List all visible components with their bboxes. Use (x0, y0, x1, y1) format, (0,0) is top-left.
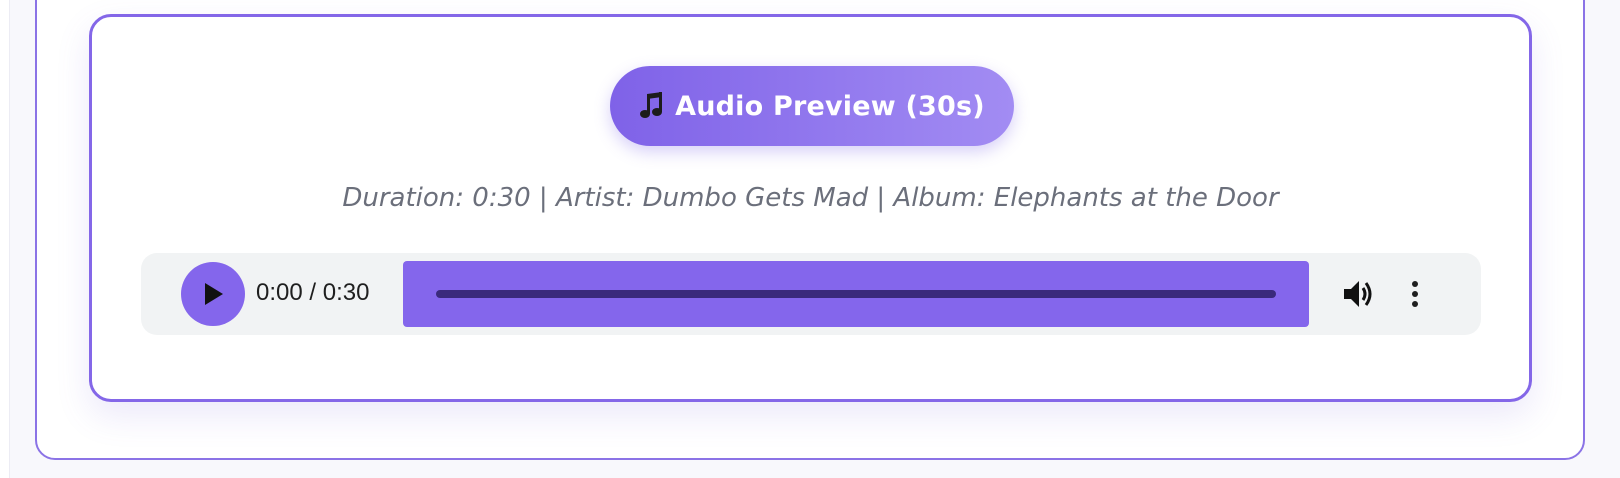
play-button[interactable] (181, 262, 245, 326)
outer-card: Audio Preview (30s) Duration: 0:30 | Art… (35, 0, 1585, 460)
audio-preview-card: Audio Preview (30s) Duration: 0:30 | Art… (89, 14, 1532, 402)
time-display: 0:00 / 0:30 (256, 279, 370, 306)
audio-player[interactable]: 0:00 / 0:30 (141, 253, 1481, 335)
track-metadata: Duration: 0:30 | Artist: Dumbo Gets Mad … (342, 183, 1279, 213)
play-icon (205, 283, 223, 305)
seek-bar[interactable] (403, 261, 1309, 327)
audio-preview-title: Audio Preview (30s) (675, 90, 985, 122)
volume-icon[interactable] (1341, 276, 1377, 312)
seek-bar-track-line (436, 290, 1276, 298)
page-left-edge (0, 0, 10, 478)
more-options-icon[interactable] (1403, 276, 1427, 312)
audio-preview-badge: Audio Preview (30s) (610, 66, 1014, 146)
music-note-icon (639, 91, 665, 121)
